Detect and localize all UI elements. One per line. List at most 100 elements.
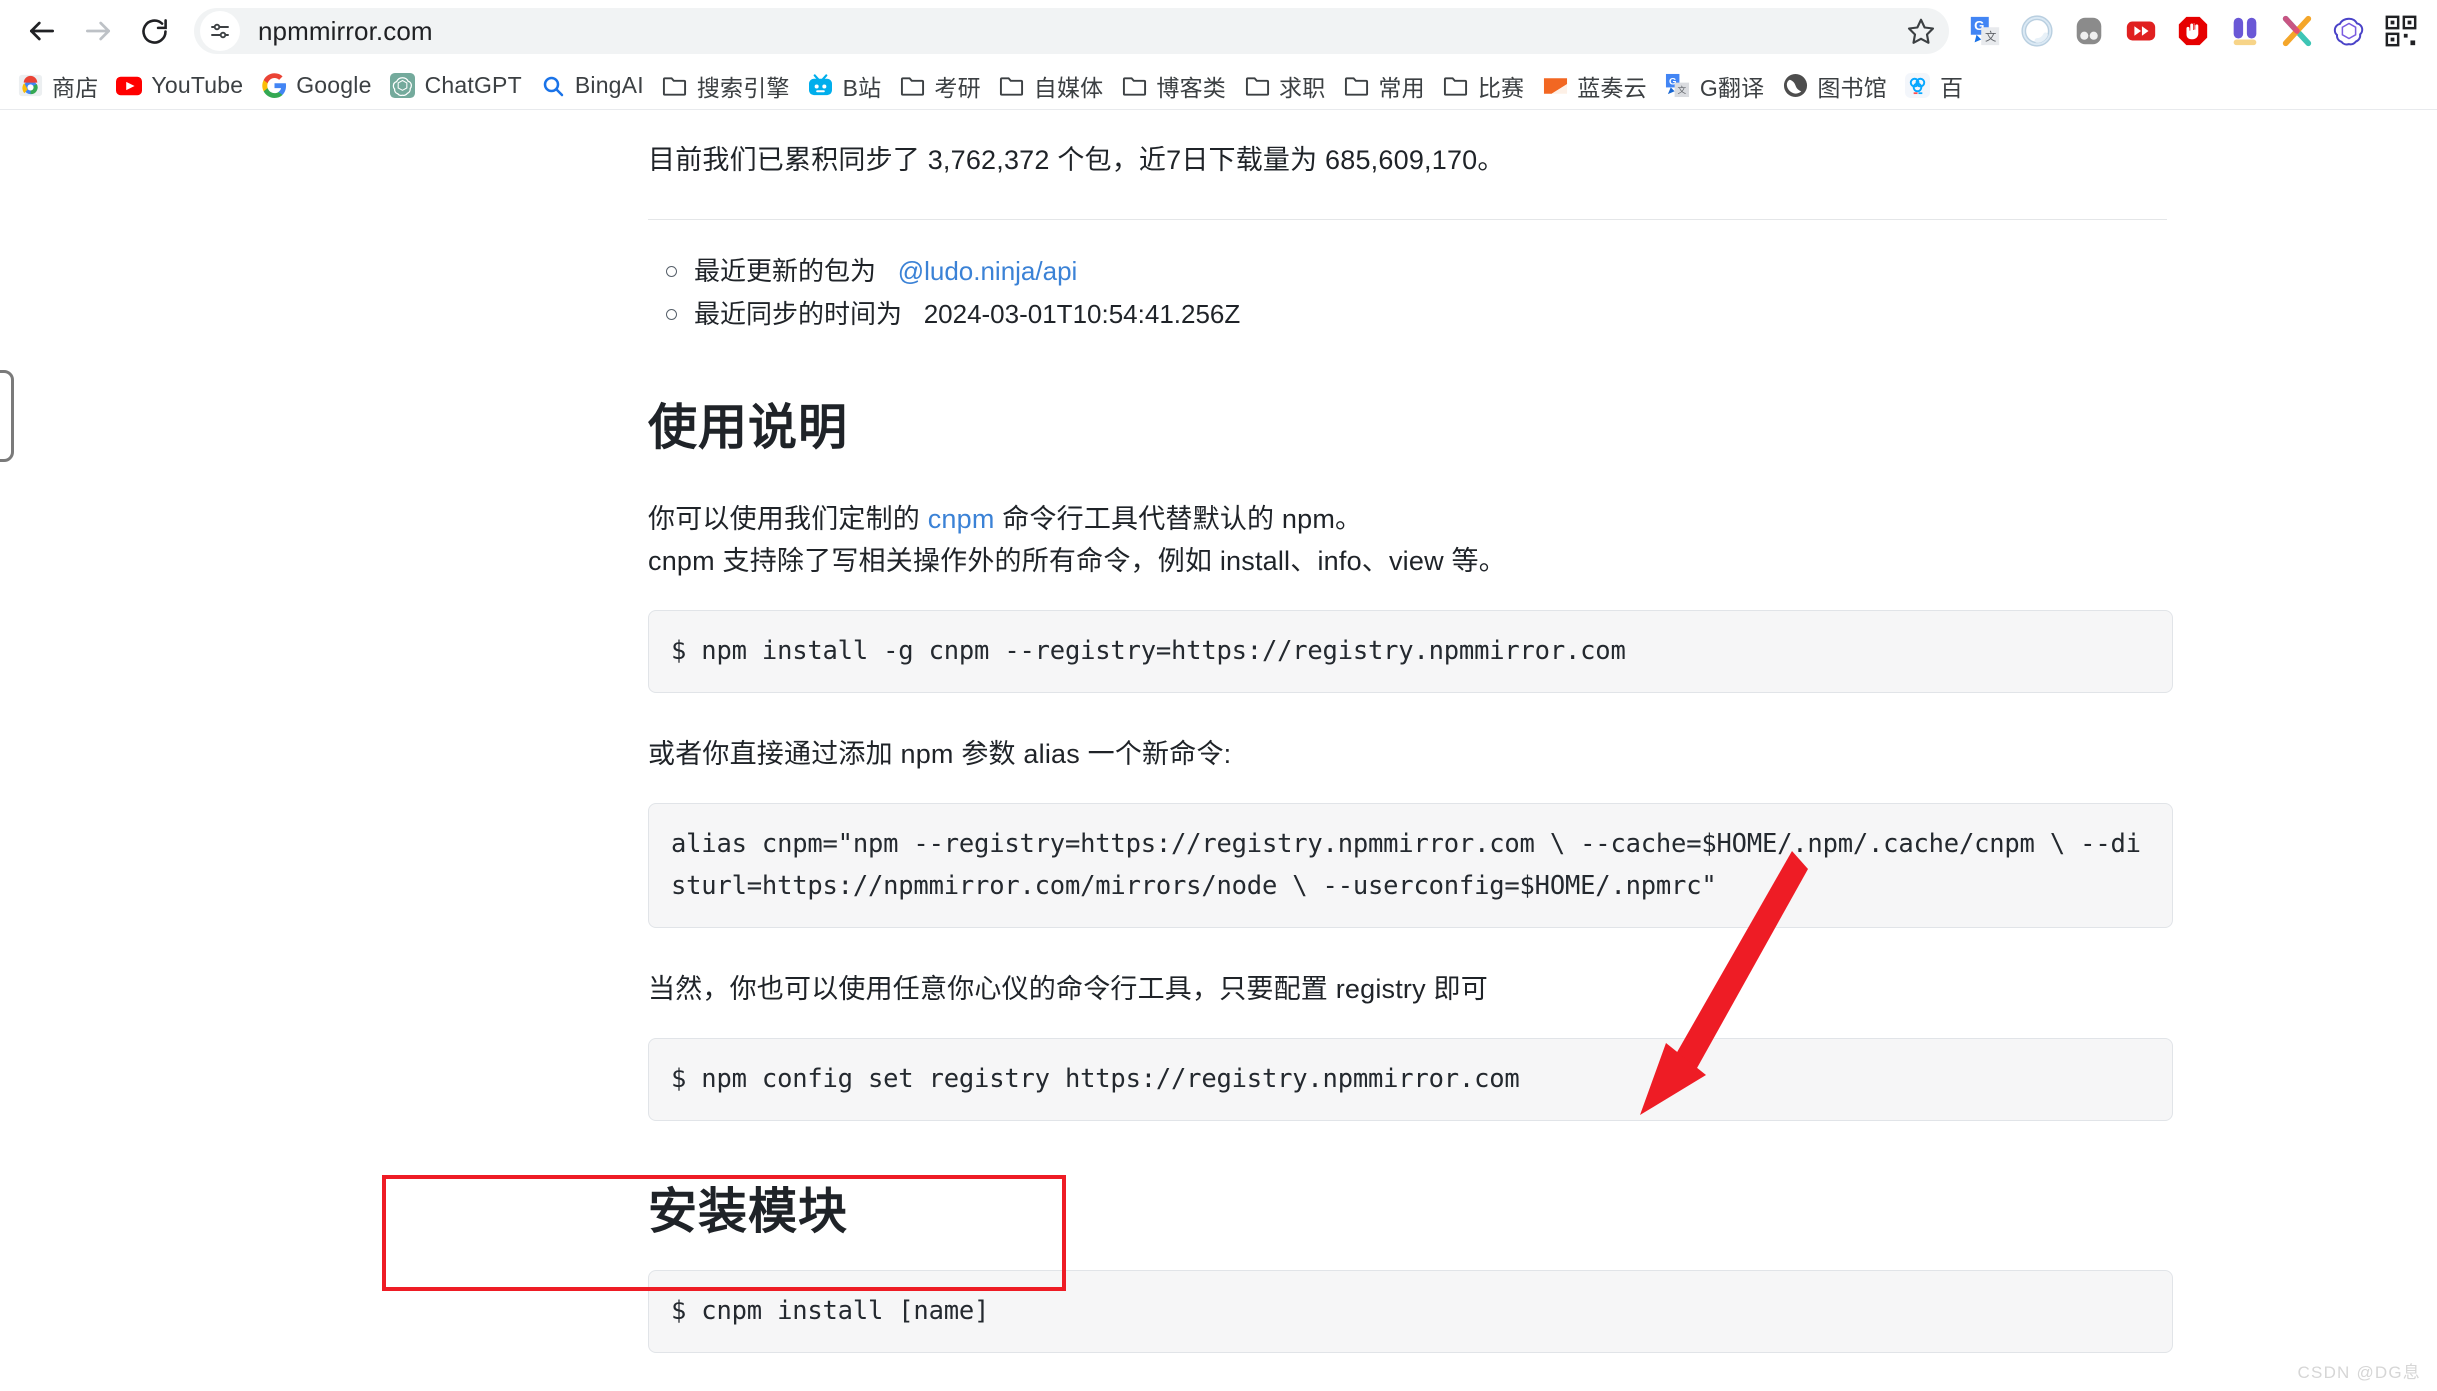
chatgpt-extension-icon[interactable] (2327, 9, 2371, 53)
code-block-set-registry[interactable]: $ npm config set registry https://regist… (648, 1037, 2173, 1122)
bookmark-label: Google (296, 72, 372, 98)
list-item-latest-package: 最近更新的包为 @ludo.ninja/api (666, 250, 2173, 294)
lanzou-icon (1542, 73, 1568, 99)
xmind-extension-icon[interactable] (2275, 9, 2319, 53)
list-item-latest-sync-time: 最近同步的时间为 2024-03-01T10:54:41.256Z (666, 293, 2173, 337)
browser-chrome: npmmirror.com G 文 商店 YouTube Google Chat… (0, 0, 2437, 110)
latest-package-link[interactable]: @ludo.ninja/api (898, 256, 1078, 286)
side-panel-handle[interactable] (0, 370, 14, 462)
youtube-icon (116, 73, 143, 99)
site-info-button[interactable] (200, 11, 240, 51)
translate-glyph-icon: G 文 (1970, 16, 2000, 46)
bookmark-label: BingAI (574, 72, 644, 98)
bookmark-label: 图书馆 (1817, 74, 1887, 101)
page-viewport: 目前我们已累积同步了 3,762,372 个包，近7日下载量为 685,609,… (0, 112, 2437, 1391)
code-block-cnpm-install[interactable]: $ cnpm install [name] (648, 1270, 2173, 1354)
bookmark-folder-blogs[interactable]: 博客类 (1112, 66, 1235, 106)
bookmark-folder-zimeiti[interactable]: 自媒体 (990, 66, 1113, 106)
bookmark-item-bingai[interactable]: BingAI (531, 66, 653, 106)
tampermonkey-extension-icon[interactable] (2067, 9, 2111, 53)
bookmark-label: ChatGPT (424, 72, 522, 98)
bookmark-star-button[interactable] (1901, 11, 1941, 51)
section-heading-install-module: 安装模块 (648, 1185, 849, 1240)
usage-text-post: 命令行工具代替默认的 npm。 (1002, 503, 1363, 534)
bookmark-item-lanzou[interactable]: 蓝奏云 (1533, 66, 1656, 106)
usage-paragraph-1: 你可以使用我们定制的 cnpm 命令行工具代替默认的 npm。 (648, 498, 2173, 540)
bitwarden-extension-icon[interactable] (2223, 9, 2267, 53)
bilibili-icon (808, 73, 834, 99)
forward-button[interactable] (70, 3, 126, 59)
google-translate-extension-icon[interactable]: G 文 (1963, 9, 2007, 53)
bookmark-folder-search-engines[interactable]: 搜索引擎 (653, 66, 799, 106)
bookmark-label: 常用 (1378, 74, 1425, 101)
library-globe-icon (1782, 73, 1808, 99)
forward-arrow-icon (86, 21, 110, 41)
back-arrow-icon (30, 21, 54, 41)
bookmark-item-store[interactable]: 商店 (8, 66, 107, 106)
bookmark-label: 博客类 (1156, 74, 1226, 101)
chrome-webstore-icon (17, 73, 43, 99)
folder-icon (999, 73, 1025, 99)
bookmark-label: YouTube (151, 72, 244, 98)
chatgpt-icon (390, 73, 416, 99)
usage-text-pre: 你可以使用我们定制的 (648, 503, 920, 534)
bookmark-item-library[interactable]: 图书馆 (1773, 66, 1896, 106)
back-button[interactable] (14, 3, 70, 59)
bing-search-icon (540, 73, 566, 99)
latest-sync-value: 2024-03-01T10:54:41.256Z (923, 299, 1241, 330)
fast-forward-glyph-icon (2126, 21, 2156, 41)
adblock-extension-icon[interactable] (2171, 9, 2215, 53)
folder-icon (1443, 73, 1469, 99)
code-block-install-cnpm[interactable]: $ npm install -g cnpm --registry=https:/… (648, 609, 2173, 694)
bookmark-item-baidu-pan[interactable]: 百 (1896, 66, 1972, 106)
svg-text:文: 文 (1678, 84, 1687, 95)
cnpm-link[interactable]: cnpm (928, 504, 995, 534)
google-g-icon (261, 73, 287, 99)
info-bullet-list: 最近更新的包为 @ludo.ninja/api 最近同步的时间为 2024-03… (648, 250, 2173, 337)
address-bar[interactable]: npmmirror.com (194, 8, 1949, 54)
svg-text:文: 文 (1985, 29, 1996, 43)
stop-hand-glyph-icon (2178, 16, 2208, 46)
bookmark-folder-kaoyan[interactable]: 考研 (890, 66, 989, 106)
latest-package-label: 最近更新的包为 (694, 255, 877, 286)
reload-icon (141, 18, 167, 44)
bookmark-label: 考研 (934, 74, 981, 101)
bookmark-item-chatgpt[interactable]: ChatGPT (381, 66, 531, 106)
url-text[interactable]: npmmirror.com (258, 16, 433, 47)
folder-icon (1244, 73, 1270, 99)
bookmark-label: 自媒体 (1033, 74, 1104, 101)
qrcode-extension-icon[interactable] (2379, 9, 2423, 53)
grammarly-glyph-icon (2021, 15, 2053, 47)
folder-icon (899, 73, 925, 99)
content-divider (648, 218, 2167, 220)
qr-code-glyph-icon (2385, 15, 2417, 47)
bookmark-folder-jobs[interactable]: 求职 (1235, 66, 1334, 106)
section-heading-usage: 使用说明 (648, 400, 849, 455)
bookmark-label: 蓝奏云 (1577, 74, 1647, 101)
bookmark-item-youtube[interactable]: YouTube (107, 66, 252, 106)
google-translate-icon: G 文 (1665, 73, 1691, 99)
bookmark-label: B站 (842, 74, 882, 101)
bookmark-folder-common[interactable]: 常用 (1334, 66, 1433, 106)
baidu-pan-icon (1905, 73, 1931, 99)
bookmark-label: 百 (1939, 74, 1964, 101)
code-block-alias[interactable]: alias cnpm="npm --registry=https://regis… (648, 803, 2173, 928)
folder-icon (662, 73, 688, 99)
tampermonkey-glyph-icon (2076, 17, 2102, 45)
sync-stats-text: 目前我们已累积同步了 3,762,372 个包，近7日下载量为 685,609,… (648, 145, 1505, 175)
grammarly-extension-icon[interactable] (2015, 9, 2059, 53)
folder-icon (1343, 73, 1369, 99)
bookmark-item-google[interactable]: Google (252, 66, 380, 106)
bookmark-label: 商店 (52, 74, 99, 101)
bookmark-label: 比赛 (1477, 74, 1525, 101)
xmind-glyph-icon (2282, 15, 2312, 47)
bookmark-folder-contests[interactable]: 比赛 (1434, 66, 1533, 106)
bookmark-label: 搜索引擎 (696, 74, 790, 101)
bitwarden-glyph-icon (2233, 17, 2257, 46)
video-speed-extension-icon[interactable] (2119, 9, 2163, 53)
bookmark-label: 求职 (1279, 74, 1326, 101)
bookmark-item-bilibili[interactable]: B站 (799, 66, 891, 106)
reload-button[interactable] (126, 3, 182, 59)
bookmark-item-gtranslate[interactable]: G 文 G翻译 (1656, 66, 1774, 106)
folder-icon (1121, 73, 1147, 99)
